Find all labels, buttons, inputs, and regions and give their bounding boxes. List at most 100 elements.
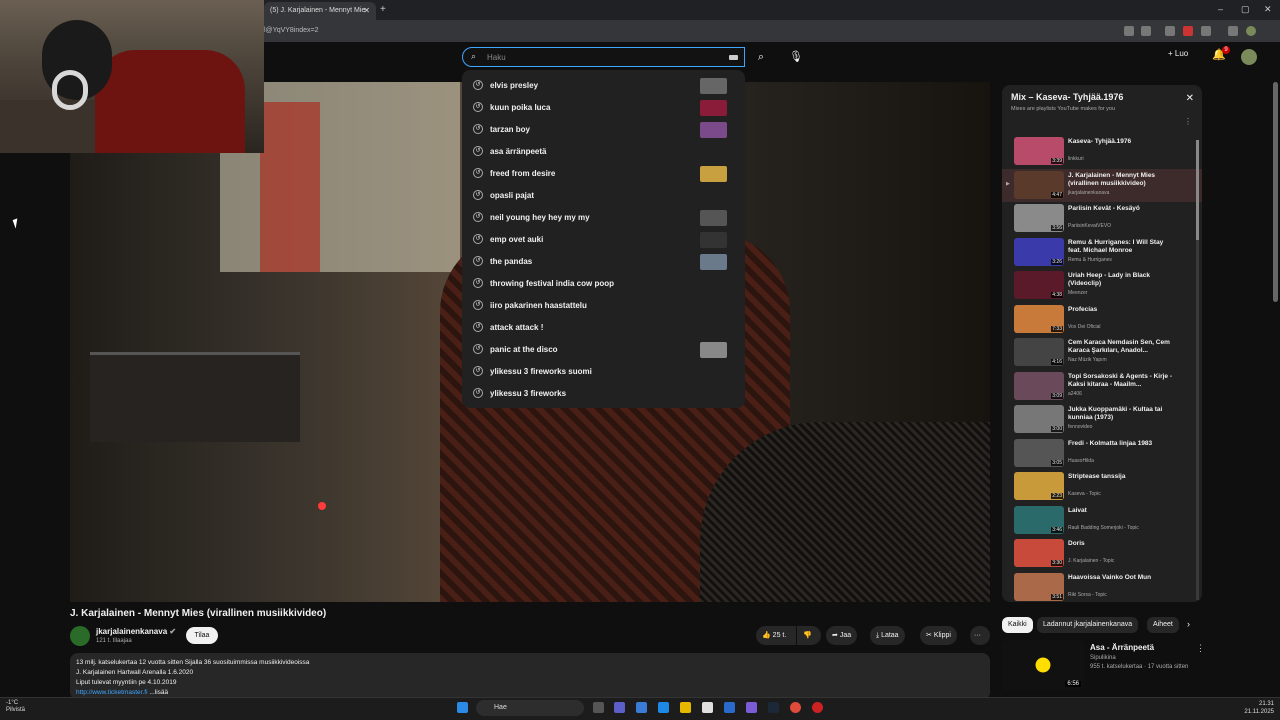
windows-start-icon[interactable] bbox=[457, 702, 468, 713]
playlist-item[interactable]: 3:00 Jukka Kuoppamäki - Kultaa tai kunnia… bbox=[1002, 403, 1202, 437]
cast-icon[interactable] bbox=[1124, 26, 1134, 36]
teams-icon[interactable] bbox=[614, 702, 625, 713]
search-suggestions-dropdown: ↺ elvis presley ↺ kuun poika luca ↺ tarzan bo… bbox=[462, 70, 745, 408]
playlist-item[interactable]: 3:46 Laivat Rauli Badding Somerjoki - Topi… bbox=[1002, 504, 1202, 538]
search-suggestion[interactable]: ↺ elvis presley bbox=[462, 76, 745, 98]
search-button[interactable]: ⌕ bbox=[748, 47, 774, 67]
menu-icon[interactable] bbox=[1228, 26, 1238, 36]
more-vert-icon[interactable]: ⋮ bbox=[1184, 117, 1192, 126]
search-suggestion[interactable]: ↺ iiro pakarinen haastattelu bbox=[462, 296, 745, 318]
dislike-button[interactable]: 👎 bbox=[797, 626, 821, 645]
recommendation-title[interactable]: Asa - Ärränpeetä bbox=[1090, 643, 1154, 652]
channel-name[interactable]: jkarjalainenkanava ✔ bbox=[96, 627, 176, 636]
minimize-button[interactable]: – bbox=[1218, 4, 1223, 14]
maximize-button[interactable]: ▢ bbox=[1241, 4, 1250, 15]
chrome-icon[interactable] bbox=[790, 702, 801, 713]
mix-playlist-panel: Mix – Kaseva- Tyhjää.1976 Mixes are play… bbox=[1002, 85, 1202, 602]
page-scrollbar[interactable] bbox=[1273, 82, 1278, 682]
chip-uploaded[interactable]: Ladannut jkarjalainenkanava bbox=[1037, 617, 1139, 633]
recommendation-channel[interactable]: Sipulikina bbox=[1090, 655, 1116, 661]
share-button[interactable]: ➦ Jaa bbox=[826, 626, 858, 645]
like-button[interactable]: 👍 25 t. bbox=[756, 626, 796, 645]
calendar-icon[interactable] bbox=[724, 702, 735, 713]
tab-close-icon[interactable]: ✕ bbox=[363, 6, 370, 15]
search-suggestion[interactable]: ↺ freed from desire bbox=[462, 164, 745, 186]
close-window-button[interactable]: ✕ bbox=[1264, 4, 1272, 15]
playlist-item[interactable]: 3:30 Doris J. Karjalainen - Topic bbox=[1002, 537, 1202, 571]
bookmark-star-icon[interactable] bbox=[1141, 26, 1151, 36]
channel-name-text: jkarjalainenkanava bbox=[96, 627, 168, 636]
chevron-right-icon[interactable]: › bbox=[1187, 619, 1190, 629]
search-suggestion[interactable]: ↺ neil young hey hey my my bbox=[462, 208, 745, 230]
search-suggestion[interactable]: ↺ attack attack ! bbox=[462, 318, 745, 340]
playlist-item[interactable]: 7:33 Profecías Vox Dei Oficial bbox=[1002, 303, 1202, 337]
playlist-item[interactable]: 3:56 Pariisin Kevät - Kesäyö PariisinKevat… bbox=[1002, 202, 1202, 236]
playlist-item[interactable]: 3:05 Fredi - Kolmatta linjaa 1983 HuasoHil… bbox=[1002, 437, 1202, 471]
playlist-scrollbar-thumb[interactable] bbox=[1196, 140, 1199, 240]
file-explorer-icon[interactable] bbox=[680, 702, 691, 713]
mail-icon[interactable] bbox=[636, 702, 647, 713]
extensions-puzzle-icon[interactable] bbox=[1201, 26, 1211, 36]
search-suggestion[interactable]: ↺ panic at the disco bbox=[462, 340, 745, 362]
search-suggestion[interactable]: ↺ emp ovet auki bbox=[462, 230, 745, 252]
channel-avatar[interactable] bbox=[70, 626, 90, 646]
recommendation-thumbnail[interactable]: 6:56 bbox=[1002, 640, 1084, 690]
taskbar-search[interactable]: Hae bbox=[476, 700, 584, 716]
show-more-link[interactable]: ...lisää bbox=[149, 689, 168, 696]
account-avatar[interactable] bbox=[1241, 49, 1257, 65]
task-view-icon[interactable] bbox=[593, 702, 604, 713]
history-icon: ↺ bbox=[473, 344, 483, 354]
search-suggestion[interactable]: ↺ the pandas bbox=[462, 252, 745, 274]
playlist-scrollbar[interactable] bbox=[1196, 140, 1199, 600]
profile-icon[interactable] bbox=[1246, 26, 1256, 36]
playlist-item[interactable]: ▶ 4:47 J. Karjalainen - Mennyt Mies (viral… bbox=[1002, 168, 1202, 202]
search-suggestion[interactable]: ↺ ylikessu 3 fireworks bbox=[462, 384, 745, 406]
close-icon[interactable]: ✕ bbox=[1186, 93, 1194, 104]
extension-icon[interactable] bbox=[1183, 26, 1193, 36]
search-suggestion[interactable]: ↺ kuun poika luca bbox=[462, 98, 745, 120]
more-actions-button[interactable]: ··· bbox=[970, 626, 990, 645]
create-button[interactable]: + Luo bbox=[1168, 49, 1202, 65]
url-field[interactable]: l@YqVY8index=2 bbox=[264, 27, 319, 34]
taskbar-clock[interactable]: 21.31 21.11.2025 bbox=[1238, 700, 1274, 716]
playlist-item-thumbnail: 4:38 bbox=[1014, 271, 1064, 299]
microphone-icon[interactable]: 🎙 bbox=[786, 47, 806, 67]
extension-icon[interactable] bbox=[1165, 26, 1175, 36]
search-suggestion[interactable]: ↺ throwing festival india cow poop bbox=[462, 274, 745, 296]
search-suggestion[interactable]: ↺ ylikessu 3 fireworks suomi bbox=[462, 362, 745, 384]
ticket-link[interactable]: http://www.ticketmaster.fi bbox=[76, 689, 148, 696]
browser-tab[interactable]: (5) J. Karjalainen - Mennyt Mie ✕ bbox=[264, 2, 376, 20]
playlist-item[interactable]: 3:39 Kaseva- Tyhjää.1976 linkkuri bbox=[1002, 135, 1202, 169]
search-suggestion[interactable]: ↺ tarzan boy bbox=[462, 120, 745, 142]
search-suggestion[interactable]: ↺ opasli pajat bbox=[462, 186, 745, 208]
playlist-item[interactable]: 3:51 Haavoissa Vainko Oot Mun Riki Sorsa -… bbox=[1002, 571, 1202, 603]
playlist-item[interactable]: 4:38 Uriah Heep - Lady in Black (Videocli… bbox=[1002, 269, 1202, 303]
chip-topics[interactable]: Aiheet bbox=[1147, 617, 1179, 633]
keyboard-icon[interactable] bbox=[729, 55, 738, 60]
video-title: J. Karjalainen - Mennyt Mies (virallinen… bbox=[70, 608, 327, 619]
download-button[interactable]: ⤓ Lataa bbox=[870, 626, 905, 645]
steam-icon[interactable] bbox=[768, 702, 779, 713]
description-line: Liput tulevat myyntiin pe 4.10.2019 bbox=[76, 679, 177, 686]
page-scrollbar-thumb[interactable] bbox=[1273, 82, 1278, 302]
search-input[interactable]: ⌕ Haku bbox=[462, 47, 745, 67]
new-tab-button[interactable]: + bbox=[380, 4, 386, 15]
discord-icon[interactable] bbox=[746, 702, 757, 713]
weather-widget[interactable]: -1°C Pilvistä bbox=[6, 700, 25, 714]
history-icon: ↺ bbox=[473, 146, 483, 156]
video-duration: 3:09 bbox=[1051, 392, 1063, 399]
playlist-item[interactable]: 2:23 Striptease tanssija Kaseva - Topic bbox=[1002, 470, 1202, 504]
clip-button[interactable]: ✂ Klippi bbox=[920, 626, 957, 645]
chip-all[interactable]: Kaikki bbox=[1002, 617, 1033, 633]
store-icon[interactable] bbox=[702, 702, 713, 713]
mix-title: Mix – Kaseva- Tyhjää.1976 bbox=[1011, 92, 1124, 102]
playlist-item[interactable]: 3:09 Topi Sorsakoski & Agents - Kirje - K… bbox=[1002, 370, 1202, 404]
edge-icon[interactable] bbox=[658, 702, 669, 713]
app-icon[interactable] bbox=[812, 702, 823, 713]
video-description[interactable]: 13 milj. katselukertaa 12 vuotta sitten … bbox=[70, 653, 990, 700]
playlist-item[interactable]: 4:16 Cem Karaca Nemdasin Sen, Cem Karaca … bbox=[1002, 336, 1202, 370]
playlist-item[interactable]: 3:26 Remu & Hurriganes: I Will Stay feat.… bbox=[1002, 236, 1202, 270]
search-suggestion[interactable]: ↺ asa ärränpeetä bbox=[462, 142, 745, 164]
subscribe-button[interactable]: Tilaa bbox=[186, 627, 218, 644]
more-vert-icon[interactable]: ⋮ bbox=[1196, 643, 1205, 654]
